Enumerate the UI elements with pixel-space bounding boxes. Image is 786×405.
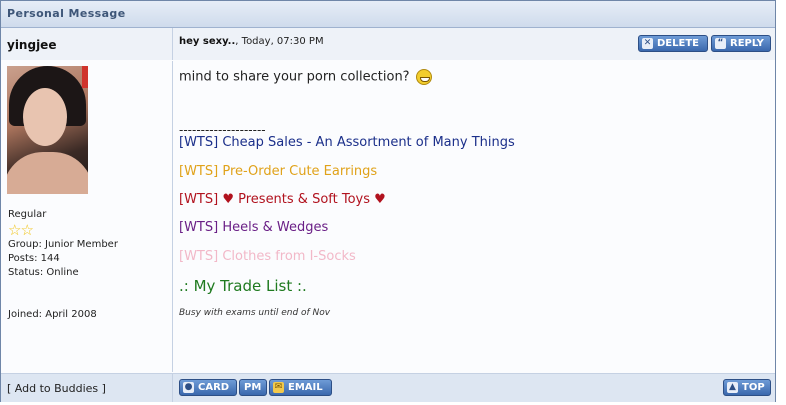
- user-group: Group: Junior Member: [8, 239, 118, 250]
- message-content: mind to share your porn collection? ----…: [173, 61, 775, 372]
- sig-link-text: ♥ Presents & Soft Toys ♥: [218, 192, 386, 207]
- post-subject-line: hey sexy.., Today, 07:30 PM: [179, 36, 324, 47]
- post-date: , Today, 07:30 PM: [235, 36, 324, 47]
- person-icon: ●: [183, 382, 194, 393]
- reply-button[interactable]: “ REPLY: [711, 35, 771, 52]
- panel-title: Personal Message: [7, 7, 126, 20]
- delete-button[interactable]: ✕ DELETE: [638, 35, 708, 52]
- sig-link-tag: [WTS]: [179, 164, 219, 179]
- user-rank: Regular: [8, 209, 47, 220]
- card-button[interactable]: ● CARD: [179, 379, 237, 396]
- username[interactable]: yingjee: [7, 38, 56, 52]
- sig-link-tag: [WTS]: [179, 135, 219, 150]
- trade-list-link[interactable]: .: My Trade List :.: [179, 277, 307, 295]
- sig-link-text: Heels & Wedges: [218, 220, 329, 235]
- sig-link-text: Cheap Sales - An Assortment of Many Thin…: [218, 135, 515, 150]
- signature-note: Busy with exams until end of Nov: [179, 308, 331, 318]
- message-body: mind to share your porn collection?: [179, 69, 432, 85]
- card-label: CARD: [198, 382, 230, 393]
- arrow-up-icon: ▲: [727, 382, 738, 393]
- footer-actions: ● CARD PM ✉ EMAIL ▲ TOP: [173, 373, 775, 402]
- grin-smiley-icon: [415, 69, 432, 85]
- user-posts: Posts: 144: [8, 253, 60, 264]
- panel-title-bar: Personal Message: [1, 1, 775, 28]
- pm-label: PM: [244, 382, 262, 393]
- sig-link-presents[interactable]: [WTS] ♥ Presents & Soft Toys ♥: [179, 192, 386, 207]
- email-button[interactable]: ✉ EMAIL: [269, 379, 332, 396]
- envelope-icon: ✉: [273, 382, 284, 393]
- footer-left: [ Add to Buddies ]: [1, 373, 173, 402]
- sig-link-tag: [WTS]: [179, 220, 219, 235]
- post-subject: hey sexy..: [179, 36, 236, 47]
- message-text: mind to share your porn collection?: [179, 69, 410, 85]
- avatar[interactable]: [7, 66, 88, 194]
- user-status: Status: Online: [8, 267, 79, 278]
- top-button[interactable]: ▲ TOP: [723, 379, 771, 396]
- sig-link-tag: [WTS]: [179, 249, 219, 264]
- pm-button[interactable]: PM: [239, 379, 267, 396]
- post-header: hey sexy.., Today, 07:30 PM ✕ DELETE “ R…: [173, 28, 775, 60]
- sig-link-text: Pre-Order Cute Earrings: [218, 164, 378, 179]
- add-to-buddies-link[interactable]: [ Add to Buddies ]: [7, 382, 106, 395]
- sig-link-earrings[interactable]: [WTS] Pre-Order Cute Earrings: [179, 164, 377, 179]
- close-icon: ✕: [642, 38, 653, 49]
- sig-link-clothes[interactable]: [WTS] Clothes from I-Socks: [179, 249, 356, 264]
- sig-link-text: Clothes from I-Socks: [218, 249, 356, 264]
- user-joined: Joined: April 2008: [8, 309, 97, 320]
- quote-icon: “: [715, 38, 726, 49]
- reply-label: REPLY: [730, 38, 764, 49]
- delete-label: DELETE: [657, 38, 699, 49]
- private-message-panel: Personal Message yingjee hey sexy.., Tod…: [0, 0, 776, 402]
- sig-link-tag: [WTS]: [179, 192, 219, 207]
- rank-stars-icon: ☆☆: [8, 221, 34, 239]
- email-label: EMAIL: [288, 382, 323, 393]
- user-sidebar: Regular ☆☆ Group: Junior Member Posts: 1…: [1, 61, 173, 372]
- top-label: TOP: [742, 382, 765, 393]
- sig-link-cheap-sales[interactable]: [WTS] Cheap Sales - An Assortment of Man…: [179, 135, 515, 150]
- user-header: yingjee: [1, 28, 173, 60]
- sig-link-heels[interactable]: [WTS] Heels & Wedges: [179, 220, 328, 235]
